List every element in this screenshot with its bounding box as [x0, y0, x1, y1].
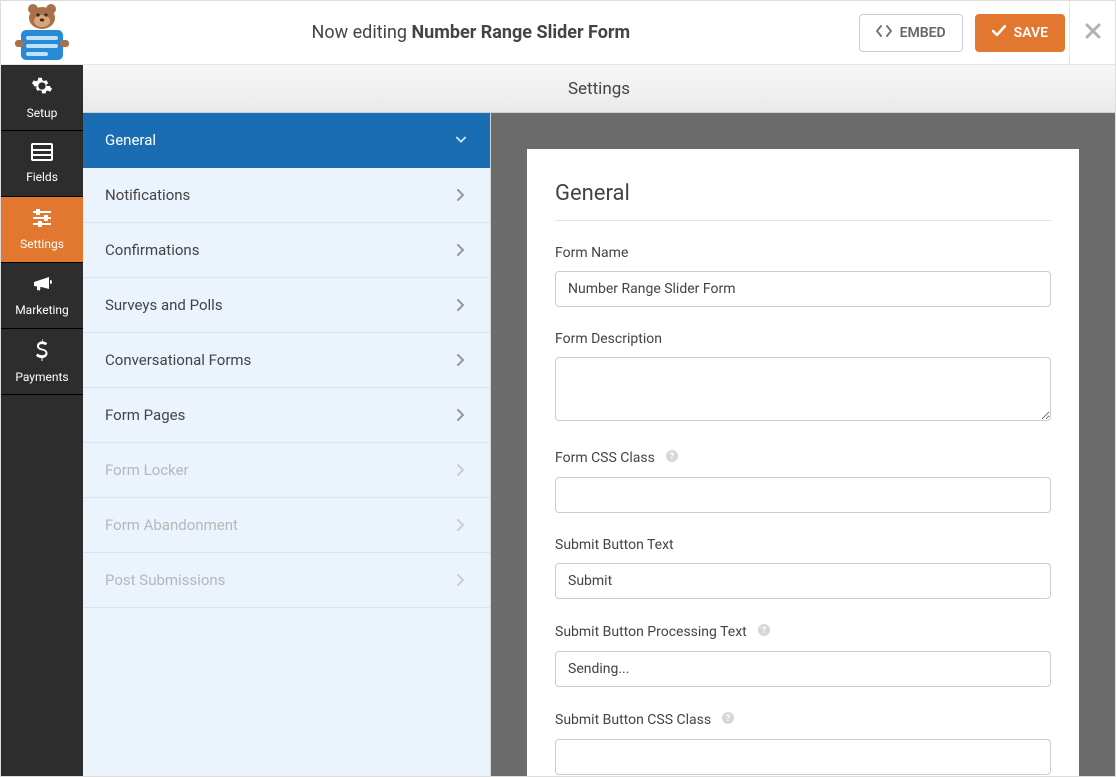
panel-row-surveys[interactable]: Surveys and Polls — [83, 278, 490, 333]
nav-settings[interactable]: Settings — [1, 197, 83, 263]
code-icon — [876, 24, 892, 42]
close-icon — [1085, 23, 1101, 43]
chevron-right-icon — [456, 409, 466, 421]
input-form-description[interactable] — [555, 357, 1051, 421]
chevron-right-icon — [456, 574, 466, 586]
nav-label: Settings — [20, 237, 64, 251]
chevron-right-icon — [456, 189, 466, 201]
panel-row-abandonment[interactable]: Form Abandonment — [83, 498, 490, 553]
svg-text:?: ? — [726, 714, 731, 724]
input-form-css[interactable] — [555, 477, 1051, 513]
list-icon — [31, 143, 53, 164]
help-icon[interactable]: ? — [665, 449, 679, 467]
input-submit-text[interactable] — [555, 563, 1051, 599]
dollar-icon — [35, 339, 49, 364]
help-icon[interactable]: ? — [721, 711, 735, 729]
label-form-css: Form CSS Class ? — [555, 449, 1051, 467]
editing-form-name: Number Range Slider Form — [411, 22, 630, 43]
panel-row-conversational[interactable]: Conversational Forms — [83, 333, 490, 388]
gear-icon — [31, 75, 53, 100]
panel-row-label: General — [105, 131, 156, 149]
chevron-right-icon — [456, 299, 466, 311]
panel-row-label: Post Submissions — [105, 571, 225, 589]
panel-row-label: Form Locker — [105, 461, 189, 479]
svg-text:?: ? — [761, 626, 766, 636]
embed-button[interactable]: EMBED — [859, 14, 963, 52]
chevron-down-icon — [456, 136, 466, 144]
label-form-description: Form Description — [555, 331, 1051, 347]
label-form-name: Form Name — [555, 245, 1051, 261]
nav-payments[interactable]: Payments — [1, 329, 83, 395]
embed-label: EMBED — [900, 25, 946, 41]
label-submit-css: Submit Button CSS Class ? — [555, 711, 1051, 729]
panel-row-label: Confirmations — [105, 241, 199, 259]
nav-setup[interactable]: Setup — [1, 65, 83, 131]
check-icon — [992, 25, 1006, 41]
sliders-icon — [31, 208, 53, 231]
nav-fields[interactable]: Fields — [1, 131, 83, 197]
app-logo — [1, 4, 83, 62]
help-icon[interactable]: ? — [757, 623, 771, 641]
input-submit-processing[interactable] — [555, 651, 1051, 687]
editing-title: Now editing Number Range Slider Form — [83, 22, 859, 43]
panel-row-notifications[interactable]: Notifications — [83, 168, 490, 223]
nav-label: Fields — [26, 170, 58, 184]
panel-row-label: Form Abandonment — [105, 516, 238, 534]
chevron-right-icon — [456, 464, 466, 476]
label-submit-text: Submit Button Text — [555, 537, 1051, 553]
label-submit-processing: Submit Button Processing Text ? — [555, 623, 1051, 641]
close-button[interactable] — [1069, 1, 1115, 64]
bullhorn-icon — [31, 274, 53, 297]
panel-row-post-submissions[interactable]: Post Submissions — [83, 553, 490, 608]
chevron-right-icon — [456, 519, 466, 531]
main-content: General Form Name Form Description Form … — [491, 113, 1115, 776]
save-label: SAVE — [1014, 25, 1048, 41]
panel-row-formpages[interactable]: Form Pages — [83, 388, 490, 443]
panel-row-label: Notifications — [105, 186, 190, 204]
save-button[interactable]: SAVE — [975, 14, 1065, 52]
content-heading: General — [555, 181, 1051, 221]
svg-text:?: ? — [670, 452, 675, 462]
panel-title: Settings — [83, 65, 1115, 113]
panel-row-general[interactable]: General — [83, 113, 490, 168]
nav-label: Payments — [15, 370, 68, 384]
chevron-right-icon — [456, 244, 466, 256]
input-form-name[interactable] — [555, 271, 1051, 307]
panel-row-label: Surveys and Polls — [105, 296, 223, 314]
panel-row-label: Form Pages — [105, 406, 185, 424]
nav-marketing[interactable]: Marketing — [1, 263, 83, 329]
primary-nav: Setup Fields Settings Marketing Payments — [1, 65, 83, 776]
input-submit-css[interactable] — [555, 739, 1051, 775]
panel-row-label: Conversational Forms — [105, 351, 251, 369]
chevron-right-icon — [456, 354, 466, 366]
editing-prefix: Now editing — [312, 22, 412, 43]
panel-row-formlocker[interactable]: Form Locker — [83, 443, 490, 498]
nav-label: Marketing — [15, 303, 69, 317]
settings-panel: General Notifications Confirmations Surv… — [83, 113, 491, 776]
panel-row-confirmations[interactable]: Confirmations — [83, 223, 490, 278]
nav-label: Setup — [27, 106, 58, 120]
